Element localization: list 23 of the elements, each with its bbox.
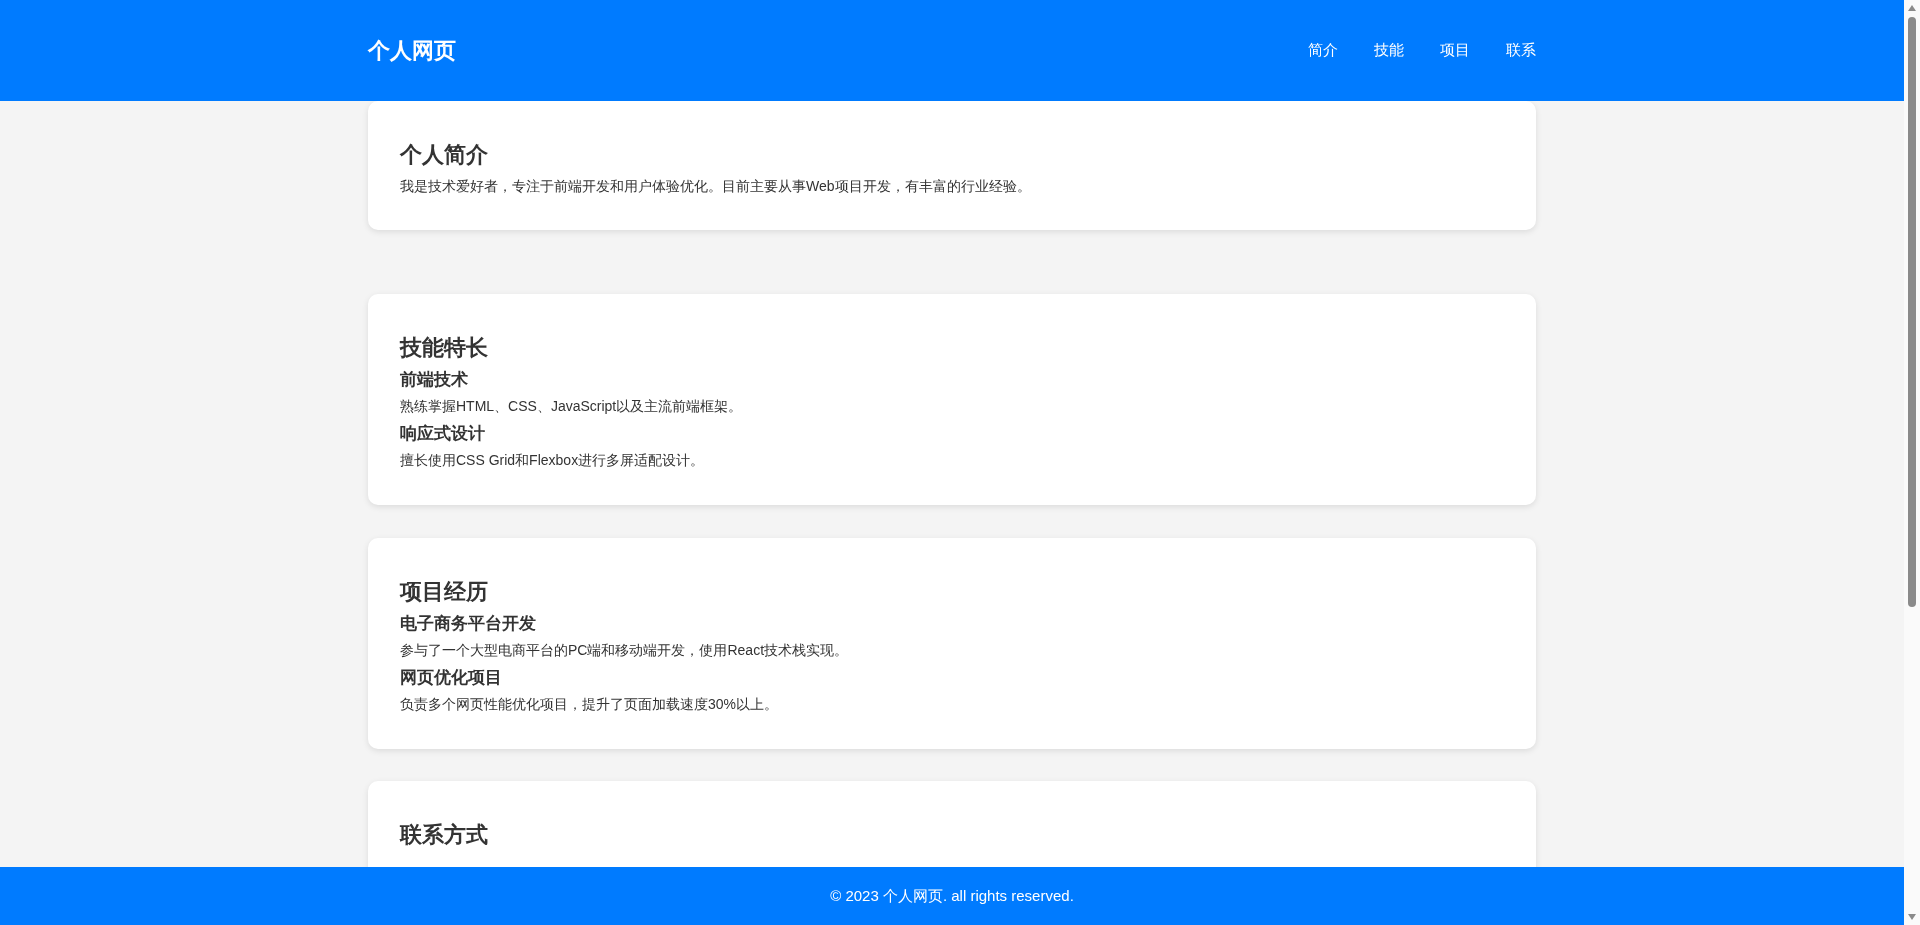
scrollbar-thumb[interactable]: [1908, 17, 1916, 607]
nav-link[interactable]: 项目: [1440, 39, 1470, 62]
item-heading: 网页优化项目: [400, 667, 503, 689]
item-text: 负责多个网页性能优化项目，提升了页面加载速度30%以上。: [400, 695, 780, 714]
item-heading: 响应式设计: [400, 423, 486, 445]
section-text: 我是技术爱好者，专注于前端开发和用户体验优化。目前主要从事Web项目开发，有丰富的行业经验。: [400, 177, 1032, 196]
scroll-up-icon[interactable]: [1908, 5, 1916, 11]
nav-link[interactable]: 联系: [1506, 39, 1536, 62]
section-title: 联系方式: [400, 821, 489, 849]
section-title: 项目经历: [400, 578, 489, 606]
copyright-text: © 2023 个人网页. all rights reserved.: [830, 885, 1074, 906]
section-title: 个人简介: [400, 141, 489, 169]
item-text: 熟练掌握HTML、CSS、JavaScript以及主流前端框架。: [400, 397, 744, 416]
scrollbar[interactable]: [1904, 0, 1920, 925]
item-heading: 电子商务平台开发: [400, 613, 537, 635]
item-text: 擅长使用CSS Grid和Flexbox进行多屏适配设计。: [400, 451, 706, 470]
section-title: 技能特长: [400, 334, 489, 362]
scroll-down-icon[interactable]: [1908, 914, 1916, 920]
site-logo[interactable]: 个人网页: [368, 34, 456, 67]
item-heading: 前端技术: [400, 369, 469, 391]
nav-link[interactable]: 简介: [1308, 39, 1338, 62]
item-text: 参与了一个大型电商平台的PC端和移动端开发，使用React技术栈实现。: [400, 641, 850, 660]
nav-link[interactable]: 技能: [1374, 39, 1404, 62]
